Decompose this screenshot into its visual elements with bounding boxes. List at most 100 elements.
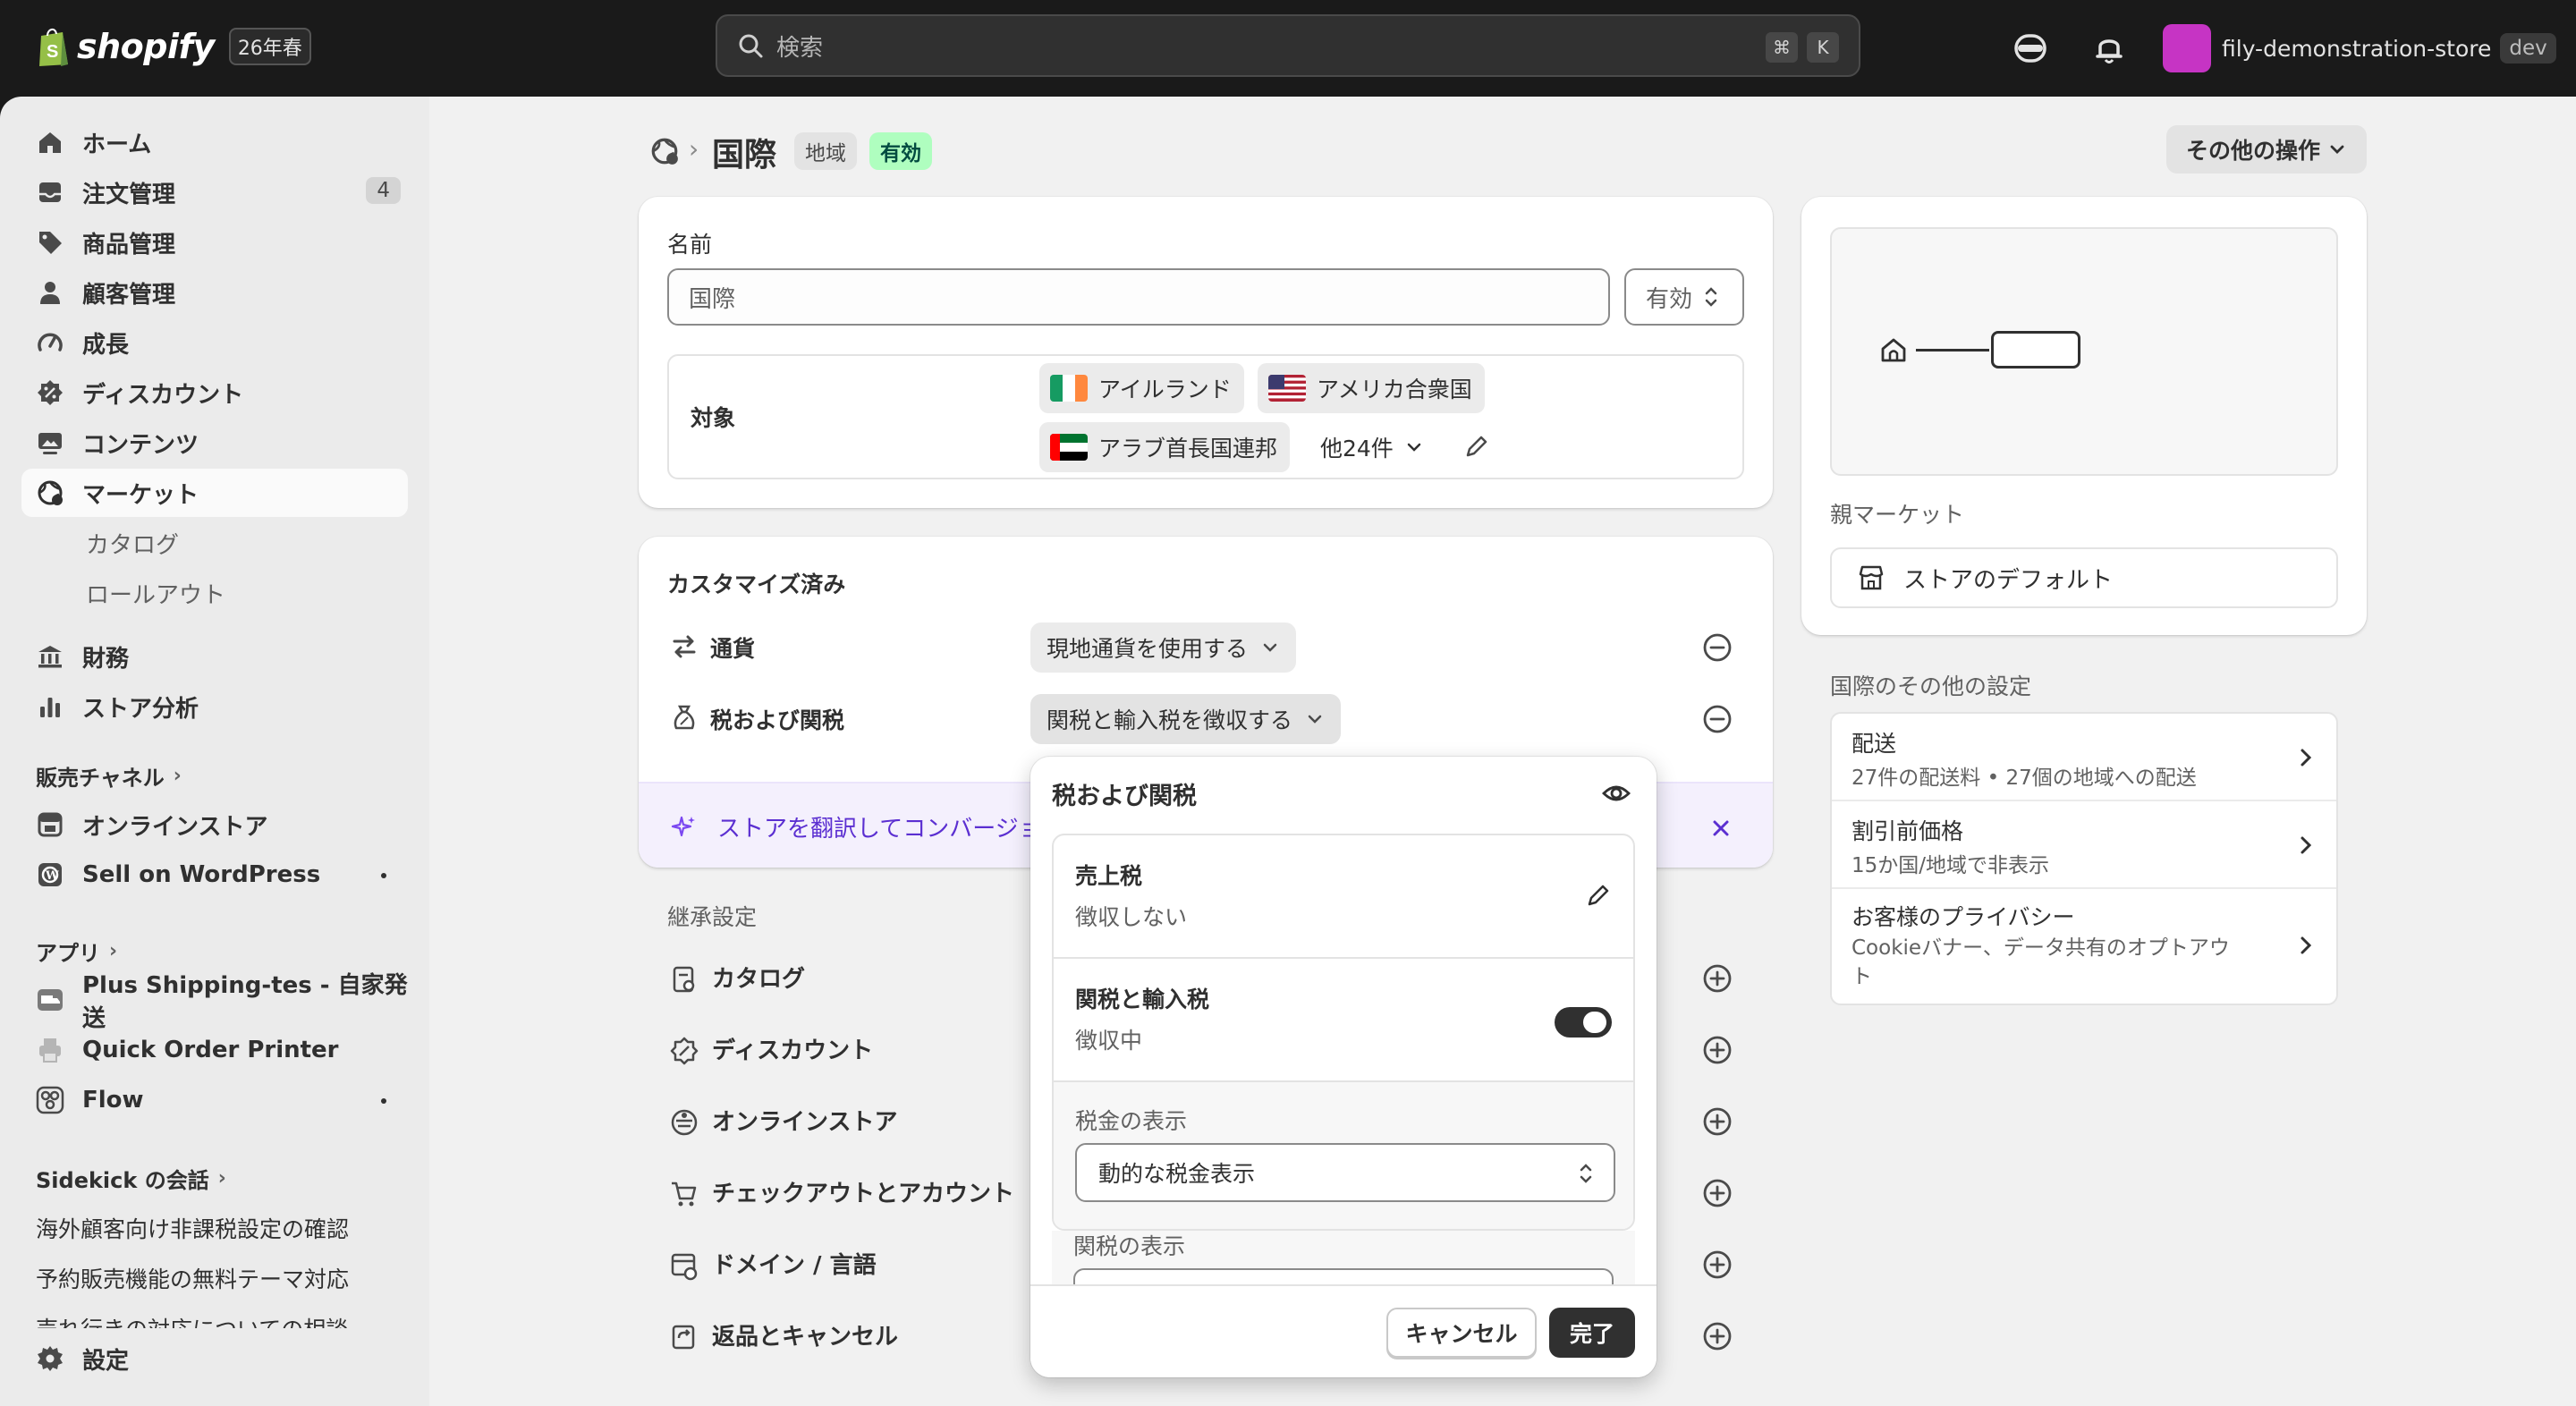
duties-row: 関税と輸入税 徴収中 [1054,959,1633,1082]
sidebar-item-plus-shipping[interactable]: Plus Shipping-tes - 自家発送 [21,972,408,1032]
sidebar-item-home[interactable]: ホーム [21,118,408,166]
gear-icon [38,1346,63,1371]
sales-channels-heading[interactable]: 販売チャネル › [36,760,182,792]
parent-market-link[interactable]: ストアのデフォルト [1830,547,2338,608]
globe-icon[interactable] [649,136,680,166]
section-title: Sidekick の会話 [36,1168,209,1193]
chip-label: アイルランド [1098,377,1232,402]
sales-tax-value: 徴収しない [1075,904,1188,930]
link-subtitle: Cookieバナー、データ共有のオプトアウト [1852,936,2230,988]
add-circle-icon[interactable] [1701,1320,1733,1352]
image-icon [38,433,62,454]
eye-icon[interactable] [1601,778,1631,809]
sidebar-item-discounts[interactable]: ディスカウント [21,368,408,417]
sidebar-item-label: ストア分析 [82,695,199,723]
bar-chart-icon [40,698,60,717]
country-chip-ireland[interactable]: アイルランド [1039,363,1244,413]
parent-market-label: 親マーケット [1830,502,1965,528]
sidekick-conversation[interactable]: 海外顧客向け非課税設定の確認 [36,1212,349,1244]
tax-label: 税および関税 [710,707,845,733]
inbox-icon [39,182,61,202]
sidebar-item-growth[interactable]: 成長 [21,318,408,367]
shopify-logo[interactable]: S shopify 26年春 [36,23,311,70]
add-circle-icon[interactable] [1701,1249,1733,1281]
store-icon [1859,565,1884,590]
search-icon [739,34,763,58]
sidebar-item-content[interactable]: コンテンツ [21,419,408,467]
search-placeholder: 検索 [776,34,824,62]
sidekick-icon[interactable] [2011,29,2050,68]
store-switcher[interactable]: fily-demonstration-store dev [2163,21,2556,75]
tax-select[interactable]: 関税と輸入税を徴収する [1030,694,1342,744]
add-circle-icon[interactable] [1701,1177,1733,1209]
sidebar-item-quick-order-printer[interactable]: Quick Order Printer [21,1026,408,1074]
parent-market-value: ストアのデフォルト [1903,566,2114,594]
chip-label: アラブ首長国連邦 [1098,436,1278,462]
sidebar-item-orders[interactable]: 注文管理 4 [21,168,408,216]
ireland-flag-icon [1050,375,1088,402]
more-actions-button[interactable]: その他の操作 [2166,125,2367,174]
sidebar-subitem-catalog[interactable]: カタログ [21,519,408,567]
sidebar-item-markets[interactable]: マーケット [21,469,408,517]
page-title: 国際 [712,137,777,174]
bell-icon[interactable] [2089,29,2129,68]
remove-circle-icon[interactable] [1701,703,1733,735]
svg-text:S: S [47,42,58,62]
domain-icon [671,1253,698,1281]
add-circle-icon[interactable] [1701,1105,1733,1138]
sidebar-item-customers[interactable]: 顧客管理 [21,268,408,317]
name-input[interactable]: 国際 [667,268,1610,326]
sidekick-conversation[interactable]: 予約販売機能の無料テーマ対応 [36,1262,349,1294]
sidebar-item-wordpress[interactable]: W Sell on WordPress [21,851,408,899]
sidebar-item-label: オンラインストア [82,813,268,841]
tag-icon [39,232,62,254]
popover-footer: キャンセル 完了 [1030,1284,1657,1377]
add-circle-icon[interactable] [1701,962,1733,995]
shipping-link[interactable]: 配送 27件の配送料 • 27個の地域への配送 [1832,714,2336,801]
store-icon [38,812,63,837]
sidebar-item-label: ディスカウント [82,381,244,409]
close-icon[interactable] [1710,817,1732,839]
currency-select[interactable]: 現地通貨を使用する [1030,623,1297,673]
apps-heading[interactable]: アプリ › [36,936,117,967]
search-bar[interactable]: 検索 ⌘ K [716,14,1860,77]
select-value: 関税と輸入税を徴収する [1046,707,1293,733]
tax-display-select[interactable]: 動的な税金表示 [1075,1143,1615,1202]
duty-display-section: 関税の表示 [1052,1231,1635,1284]
customer-privacy-link[interactable]: お客様のプライバシー Cookieバナー、データ共有のオプトアウト [1832,889,2336,1004]
edit-pencil-icon[interactable] [1463,433,1490,460]
chevron-right-icon: › [109,940,118,962]
duty-display-select[interactable] [1073,1268,1614,1284]
more-countries-toggle[interactable]: 他24件 [1320,431,1424,463]
sidekick-conversation-clipped[interactable]: 売れ行きの対応についての相談 [36,1312,411,1328]
sidebar-item-analytics[interactable]: ストア分析 [21,682,408,731]
usa-flag-icon [1268,375,1306,402]
sidebar-subitem-rollout[interactable]: ロールアウト [21,569,408,617]
duties-toggle[interactable] [1555,1007,1612,1038]
status-select[interactable]: 有効 [1624,268,1744,326]
sidebar-item-finance[interactable]: 財務 [21,632,408,681]
cancel-button[interactable]: キャンセル [1386,1308,1537,1358]
edit-pencil-icon[interactable] [1585,882,1612,909]
sidebar-item-label: 顧客管理 [82,281,176,309]
country-chip-uae[interactable]: アラブ首長国連邦 [1039,422,1291,472]
add-circle-icon[interactable] [1701,1034,1733,1066]
market-details-card: 名前 国際 有効 対象 アイルランド アメリカ合衆国 アラブ首長国連邦 他24件 [639,197,1773,508]
shortcut-key: K [1807,32,1839,63]
store-name: fily-demonstration-store [2222,35,2492,62]
sales-tax-label: 売上税 [1075,863,1143,889]
country-chip-usa[interactable]: アメリカ合衆国 [1258,363,1485,413]
remove-circle-icon[interactable] [1701,631,1733,664]
status-dot [381,1098,386,1104]
sidebar-item-products[interactable]: 商品管理 [21,218,408,267]
compare-at-price-link[interactable]: 割引前価格 15か国/地域で非表示 [1832,801,2336,889]
sidekick-heading[interactable]: Sidekick の会話 › [36,1163,226,1194]
store-avatar [2163,24,2211,72]
sidebar-item-flow[interactable]: Flow [21,1076,408,1124]
sidebar-item-settings[interactable]: 設定 [21,1334,408,1383]
currency-label: 通貨 [710,636,756,662]
current-market-node [1991,331,2080,368]
done-button[interactable]: 完了 [1549,1308,1635,1358]
sidebar-item-online-store[interactable]: オンラインストア [21,800,408,849]
inherited-title: 継承設定 [667,904,758,930]
